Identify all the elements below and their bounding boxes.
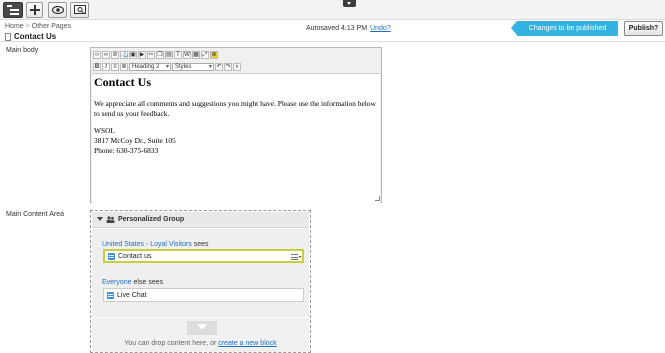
content-area: Personalized Group United States - Loyal… xyxy=(90,210,311,353)
main-content-area-label: Main Content Area xyxy=(6,211,64,218)
heading-select[interactable]: Heading 2 xyxy=(129,62,171,71)
breadcrumb-home[interactable]: Home xyxy=(5,23,24,30)
breadcrumb: Home > Other Pages xyxy=(5,23,71,30)
paste-text-icon[interactable]: T xyxy=(174,50,182,59)
media-icon[interactable]: ▶ xyxy=(138,50,146,59)
search-icon[interactable]: ⌕ xyxy=(233,62,241,71)
link-icon[interactable]: ∞ xyxy=(102,50,110,59)
content-heading: Contact Us xyxy=(94,75,151,89)
plus-icon xyxy=(29,5,40,15)
editor-toolbar-row-1: ‹› ∞ ⊘ ⚓ ▣ ▶ ✂ ❐ ▤ T W ▦ ⤢ ⊕ xyxy=(93,49,218,60)
editor-toolbar-row-2: B I ≡ ≣ Heading 2 Styles ↶ ↷ ⌕ xyxy=(93,61,241,72)
content-address: WSOL 3817 McCoy Dr., Suite 105 Phone: 63… xyxy=(94,126,378,156)
paste-word-icon[interactable]: W xyxy=(183,50,191,59)
audience-sees: sees xyxy=(193,241,209,248)
drop-arrow-icon xyxy=(187,321,217,335)
page-title-text: Contact Us xyxy=(14,32,57,41)
top-toolbar xyxy=(0,0,665,20)
block-item-contact-us[interactable]: Contact us xyxy=(103,249,304,263)
copy-icon[interactable]: ❐ xyxy=(156,50,164,59)
structure-toggle-button[interactable] xyxy=(3,2,23,18)
breadcrumb-separator: > xyxy=(25,23,30,30)
styles-select[interactable]: Styles xyxy=(172,62,214,71)
image-icon[interactable]: ▣ xyxy=(129,50,137,59)
audience-sees: else sees xyxy=(133,279,164,286)
html-icon[interactable]: ‹› xyxy=(93,50,101,59)
drop-zone[interactable]: You can drop content here, or create a n… xyxy=(92,318,309,352)
block-icon xyxy=(108,252,115,260)
address-line: WSOL xyxy=(94,126,115,135)
resize-handle[interactable] xyxy=(375,196,380,201)
context-menu-icon[interactable] xyxy=(291,254,302,260)
drop-text-label: You can drop content here, or xyxy=(124,340,217,347)
create-new-block-link[interactable]: create a new block xyxy=(218,340,276,347)
paste-icon[interactable]: ▤ xyxy=(165,50,173,59)
group-title: Personalized Group xyxy=(118,216,185,223)
collapse-arrow-icon xyxy=(97,217,103,221)
block-name: Contact us xyxy=(118,252,152,260)
page-title: Contact Us xyxy=(5,32,56,41)
cut-icon[interactable]: ✂ xyxy=(147,50,155,59)
changes-to-be-published-button[interactable]: Changes to be published xyxy=(511,21,618,36)
bullet-list-icon[interactable]: ≡ xyxy=(111,62,119,71)
personalized-group-header[interactable]: Personalized Group xyxy=(92,212,309,228)
undo-icon[interactable]: ↶ xyxy=(215,62,223,71)
header-divider xyxy=(0,41,665,42)
compare-icon xyxy=(73,5,86,14)
page-icon xyxy=(5,32,11,41)
numbered-list-icon[interactable]: ≣ xyxy=(120,62,128,71)
anchor-icon[interactable]: ⚓ xyxy=(120,50,128,59)
drop-text: You can drop content here, or create a n… xyxy=(92,340,309,347)
publish-button[interactable]: Publish? xyxy=(624,21,663,36)
group-icon xyxy=(106,216,115,223)
audience-line: United States - Loyal Visitors sees xyxy=(102,241,209,248)
block-name: Live Chat xyxy=(117,291,147,299)
address-line: 3817 McCoy Dr., Suite 105 xyxy=(94,136,176,145)
tree-icon xyxy=(7,5,19,15)
bold-icon[interactable]: B xyxy=(93,62,101,71)
add-button[interactable] xyxy=(26,2,43,18)
content-paragraph: We appreciate all comments and suggestio… xyxy=(94,99,376,118)
table-icon[interactable]: ▦ xyxy=(192,50,200,59)
breadcrumb-other-pages[interactable]: Other Pages xyxy=(32,23,71,30)
redo-icon[interactable]: ↷ xyxy=(224,62,232,71)
compare-button[interactable] xyxy=(70,2,89,18)
block-item-live-chat[interactable]: Live Chat xyxy=(103,288,304,302)
address-line: Phone: 630-375-6833 xyxy=(94,146,159,155)
block-icon xyxy=(107,291,114,299)
main-body-label: Main body xyxy=(6,47,39,54)
italic-icon[interactable]: I xyxy=(102,62,110,71)
undo-link[interactable]: Undo? xyxy=(370,25,391,32)
fullscreen-icon[interactable]: ⤢ xyxy=(201,50,209,59)
personalize-icon[interactable]: ⊕ xyxy=(210,50,218,59)
audience-name[interactable]: United States - Loyal Visitors xyxy=(102,241,192,248)
audience-name[interactable]: Everyone xyxy=(102,279,132,286)
audience-line: Everyone else sees xyxy=(102,279,163,286)
eye-icon xyxy=(51,6,64,14)
personalized-group-body: United States - Loyal Visitors sees Cont… xyxy=(92,229,309,317)
unlink-icon[interactable]: ⊘ xyxy=(111,50,119,59)
autosave-status: Autosaved 4:13 PM Undo? xyxy=(306,25,391,32)
rich-text-editor: ‹› ∞ ⊘ ⚓ ▣ ▶ ✂ ❐ ▤ T W ▦ ⤢ ⊕ B I ≡ ≣ Hea… xyxy=(90,47,382,248)
collapse-tab[interactable] xyxy=(343,0,356,7)
preview-button[interactable] xyxy=(48,2,67,18)
autosave-text: Autosaved 4:13 PM xyxy=(306,25,368,32)
